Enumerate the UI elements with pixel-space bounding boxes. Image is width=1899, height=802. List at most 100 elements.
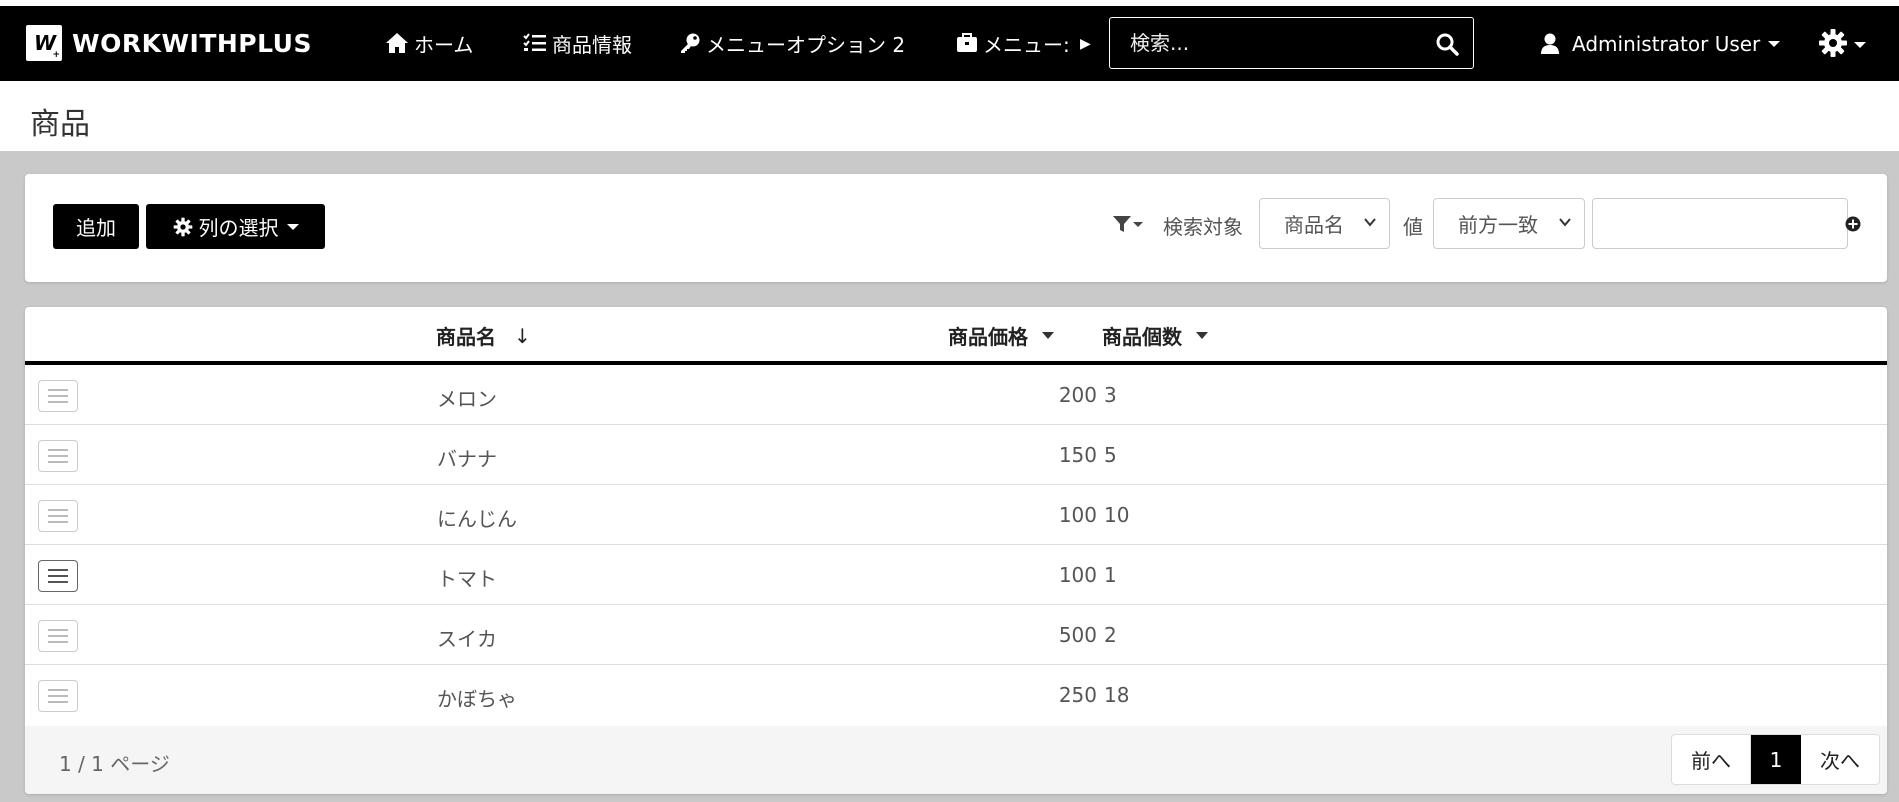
chevron-down-icon (1559, 218, 1571, 227)
chevron-down-icon (1768, 41, 1781, 47)
brand-logo-letter: W (33, 31, 56, 55)
column-select-button[interactable]: 列の選択 (146, 204, 325, 249)
chevron-down-icon (1364, 218, 1376, 227)
product-grid: 商品名 ↓ 商品価格 商品個数 メロン 200 3 バナナ 150 5 にんじん (25, 307, 1887, 794)
nav-item-menu-more[interactable]: メニュー: (956, 30, 1074, 56)
column-header-qty[interactable]: 商品個数 (1102, 321, 1208, 350)
brand-logo: W + (26, 25, 62, 61)
cell-price: 100 (1058, 503, 1097, 527)
user-name: Administrator User (1572, 32, 1761, 56)
home-icon (386, 33, 408, 53)
prev-page-button[interactable]: 前へ (1672, 735, 1751, 784)
chevron-down-icon (286, 223, 299, 230)
hamburger-icon (48, 449, 68, 463)
next-page-button[interactable]: 次へ (1801, 735, 1879, 784)
table-row: かぼちゃ 250 18 (25, 665, 1887, 725)
checklist-icon (523, 33, 546, 51)
key-icon (681, 33, 700, 53)
value-label: 値 (1403, 215, 1423, 239)
cell-qty: 2 (1104, 623, 1117, 647)
match-type-value: 前方一致 (1458, 213, 1538, 237)
row-menu-button[interactable] (38, 500, 78, 532)
cell-price: 150 (1058, 443, 1097, 467)
hamburger-icon (48, 509, 68, 523)
cell-name: にんじん (437, 507, 517, 531)
table-header: 商品名 ↓ 商品価格 商品個数 (25, 307, 1887, 365)
nav-overflow-arrow-icon[interactable]: ▶ (1080, 36, 1091, 52)
search-icon[interactable] (1435, 32, 1459, 56)
cell-qty: 1 (1104, 563, 1117, 587)
brand-name: WORKWITHPLUS (72, 28, 312, 58)
current-page-button[interactable]: 1 (1751, 735, 1801, 784)
plus-mark-icon: + (52, 50, 60, 60)
cell-qty: 10 (1104, 503, 1130, 527)
hamburger-icon (48, 389, 68, 403)
match-type-select[interactable]: 前方一致 (1433, 198, 1585, 249)
search-value-input[interactable] (1592, 198, 1848, 249)
search-target-select[interactable]: 商品名 (1259, 198, 1390, 249)
table-row: メロン 200 3 (25, 365, 1887, 425)
cell-qty: 5 (1104, 443, 1117, 467)
column-header-name[interactable]: 商品名 ↓ (436, 321, 531, 350)
row-menu-button[interactable] (38, 380, 78, 412)
column-header-name-label: 商品名 (436, 325, 496, 349)
nav-item-menu-more-label: メニュー: (983, 32, 1070, 57)
page-header: 商品 (0, 81, 1899, 151)
settings-menu[interactable] (1818, 28, 1866, 58)
row-menu-button[interactable] (38, 680, 78, 712)
cell-price: 200 (1058, 383, 1097, 407)
search-box (1109, 17, 1474, 69)
column-header-qty-label: 商品個数 (1102, 325, 1182, 349)
pagination: 前へ 1 次へ (1671, 734, 1880, 785)
hamburger-icon (48, 689, 68, 703)
page-info: 1 / 1 ページ (59, 752, 170, 776)
add-button[interactable]: 追加 (53, 204, 139, 249)
page-title: 商品 (30, 107, 90, 142)
table-row: スイカ 500 2 (25, 605, 1887, 665)
table-row: トマト 100 1 (25, 545, 1887, 605)
table-row: にんじん 100 10 (25, 485, 1887, 545)
column-header-price[interactable]: 商品価格 (948, 321, 1054, 350)
hamburger-icon (48, 569, 68, 583)
gear-icon (1819, 29, 1847, 57)
nav-item-product-info-label: 商品情報 (552, 32, 632, 57)
column-select-label: 列の選択 (198, 216, 279, 240)
user-icon (1541, 33, 1559, 54)
cell-price: 250 (1058, 683, 1097, 707)
user-menu[interactable]: Administrator User (1540, 30, 1781, 58)
chevron-down-icon (1042, 332, 1054, 339)
brand[interactable]: W + WORKWITHPLUS (26, 25, 312, 61)
column-header-price-label: 商品価格 (948, 325, 1028, 349)
chevron-down-icon (1133, 221, 1143, 227)
row-menu-button[interactable] (38, 620, 78, 652)
row-menu-button[interactable] (38, 560, 78, 592)
table-row: バナナ 150 5 (25, 425, 1887, 485)
search-input[interactable] (1110, 18, 1430, 68)
chevron-down-icon (1854, 42, 1866, 48)
briefcase-icon (957, 33, 977, 52)
chevron-down-icon (1196, 332, 1208, 339)
grid-footer: 1 / 1 ページ 前へ 1 次へ (25, 726, 1887, 794)
filter-toggle[interactable] (1112, 214, 1143, 234)
cell-name: バナナ (437, 447, 497, 471)
cell-name: トマト (437, 567, 497, 591)
nav-item-product-info[interactable]: 商品情報 (523, 30, 632, 57)
cell-qty: 18 (1104, 683, 1130, 707)
navbar: W + WORKWITHPLUS ホーム 商品情報 メニューオプション 2 メニ… (0, 6, 1899, 81)
row-menu-button[interactable] (38, 440, 78, 472)
gear-icon (173, 217, 192, 236)
sort-desc-icon: ↓ (514, 323, 531, 348)
nav-item-menu-option-2-label: メニューオプション 2 (706, 32, 906, 57)
cell-price: 100 (1058, 563, 1097, 587)
cell-qty: 3 (1104, 383, 1117, 407)
cell-name: スイカ (437, 627, 497, 651)
nav-item-home-label: ホーム (414, 32, 474, 57)
cell-name: かぼちゃ (437, 687, 517, 711)
search-target-value: 商品名 (1284, 213, 1344, 237)
nav-item-menu-option-2[interactable]: メニューオプション 2 (679, 30, 906, 57)
cell-price: 500 (1058, 623, 1097, 647)
toolbar-card: 追加 列の選択 検索対象 商品名 値 前方一致 (25, 174, 1887, 282)
add-filter-icon[interactable] (1845, 216, 1861, 232)
search-target-label: 検索対象 (1163, 215, 1243, 239)
nav-item-home[interactable]: ホーム (385, 30, 474, 57)
